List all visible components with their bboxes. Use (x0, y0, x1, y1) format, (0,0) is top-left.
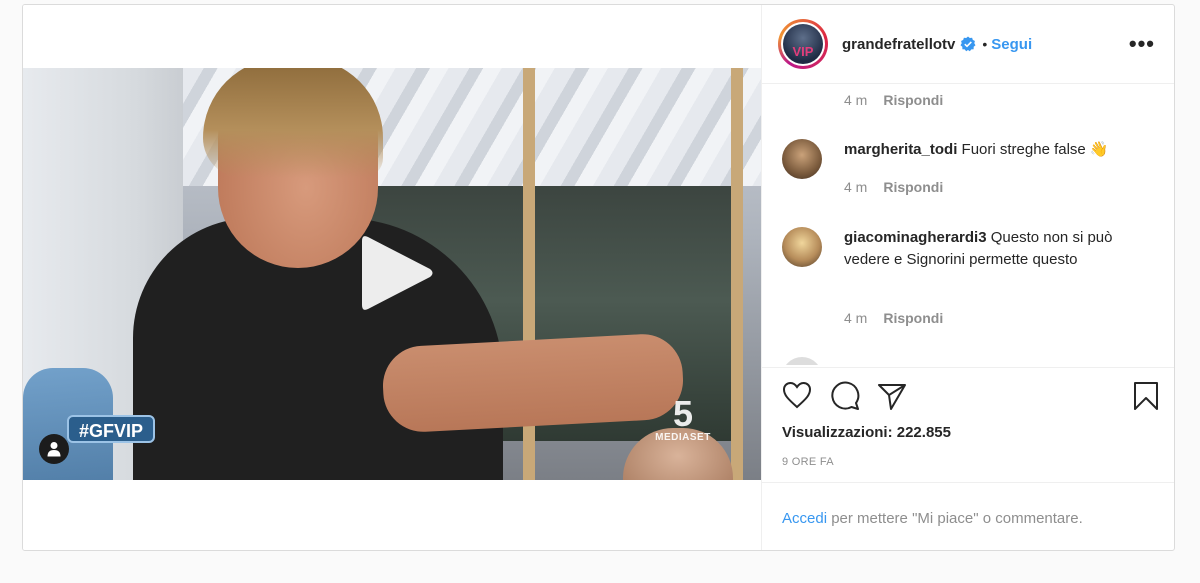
login-link[interactable]: Accedi (782, 510, 827, 527)
mediaset-watermark: 5 MEDIASET (655, 393, 711, 444)
comment-meta: 4 m Rispondi (844, 179, 944, 195)
tagged-user-icon[interactable] (39, 434, 69, 464)
post-header: VIP grandefratellotv • Segui ••• (762, 5, 1174, 84)
post-timestamp[interactable]: 9 ORE FA (782, 456, 834, 468)
share-icon[interactable] (877, 381, 907, 411)
bookmark-icon[interactable] (1132, 381, 1160, 411)
commenter-username[interactable]: giacominagherardi3 (844, 229, 987, 246)
comment-meta: 4 m Rispondi (844, 92, 944, 108)
post-side-panel: VIP grandefratellotv • Segui ••• 4 m Ris… (761, 5, 1174, 550)
reply-button[interactable]: Rispondi (883, 310, 943, 326)
comment-meta: 4 m Rispondi (844, 310, 944, 326)
comment-icon[interactable] (830, 381, 860, 411)
comment-item: giacominagherardi3 Questo non si può ved… (782, 227, 1162, 271)
login-prompt: Accedi per mettere "Mi piace" o commenta… (782, 510, 1083, 527)
comments-list[interactable]: 4 m Rispondi margherita_todi Fuori streg… (762, 85, 1174, 365)
media-area: #GFVIP 5 MEDIASET (23, 5, 761, 550)
video-player[interactable]: #GFVIP 5 MEDIASET (23, 68, 761, 480)
reply-button[interactable]: Rispondi (883, 92, 943, 108)
commenter-avatar[interactable] (782, 227, 822, 267)
more-options-icon[interactable]: ••• (1129, 31, 1155, 57)
commenter-avatar[interactable] (782, 357, 822, 365)
comment-item: margherita_todi Fuori streghe false 👋 (782, 139, 1162, 179)
avatar[interactable]: VIP (778, 19, 828, 69)
username-link[interactable]: grandefratellotv (842, 36, 955, 53)
comment-text: Fuori streghe false 👋 (961, 141, 1109, 158)
play-icon[interactable] (358, 231, 436, 315)
hashtag-overlay: #GFVIP (67, 415, 156, 443)
commenter-avatar[interactable] (782, 139, 822, 179)
commenter-username[interactable]: margherita_todi (844, 141, 957, 158)
heart-icon[interactable] (782, 381, 812, 409)
separator-dot: • (982, 36, 988, 52)
action-bar (780, 381, 1164, 413)
instagram-embed-card: #GFVIP 5 MEDIASET VIP grandefratellotv •… (22, 4, 1175, 551)
verified-badge-icon (960, 36, 976, 52)
follow-button[interactable]: Segui (991, 36, 1032, 53)
view-count: Visualizzazioni: 222.855 (782, 424, 951, 441)
reply-button[interactable]: Rispondi (883, 179, 943, 195)
